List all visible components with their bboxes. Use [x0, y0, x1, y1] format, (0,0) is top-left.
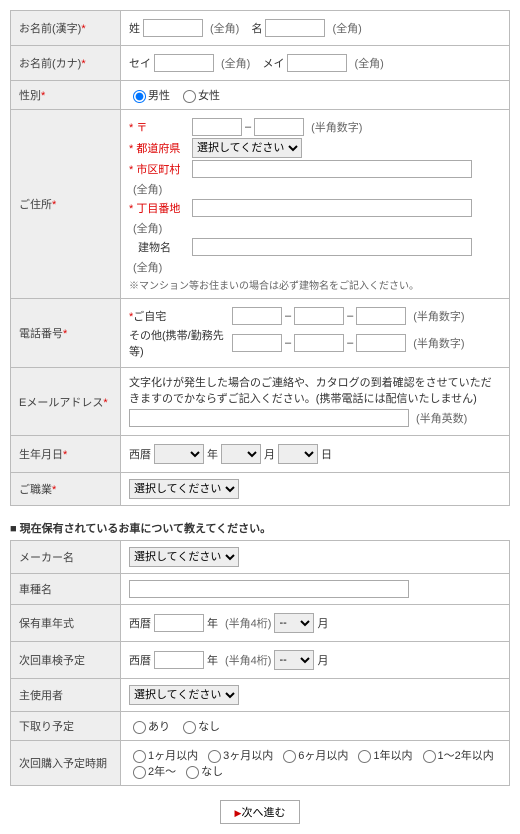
gender-male-radio[interactable] — [133, 90, 146, 103]
phone-other-label: その他(携帯/勤務先等) — [129, 327, 229, 359]
home-phone1-input[interactable] — [232, 307, 282, 325]
zip1-input[interactable] — [192, 118, 242, 136]
trade-no-radio[interactable] — [183, 721, 196, 734]
pref-label: 都道府県 — [129, 140, 189, 156]
insp-month-select[interactable]: -- — [274, 650, 314, 670]
zip2-input[interactable] — [254, 118, 304, 136]
birth-year-select[interactable] — [154, 444, 204, 464]
plan-opt3-radio[interactable] — [358, 750, 371, 763]
bldg-label: 建物名 — [129, 239, 189, 255]
home-phone3-input[interactable] — [356, 307, 406, 325]
unit: (全角) — [221, 55, 250, 71]
city-label: 市区町村 — [129, 161, 189, 177]
car-year-label: 保有車年式 — [19, 618, 74, 630]
bldg-input[interactable] — [192, 238, 472, 256]
job-label: ご職業 — [19, 484, 52, 496]
unit: (全角) — [354, 55, 383, 71]
plan-opt2-radio[interactable] — [283, 750, 296, 763]
plan-opt1-radio[interactable] — [208, 750, 221, 763]
job-select[interactable]: 選択してください — [129, 479, 239, 499]
name-kanji-label: お名前(漢字) — [19, 23, 81, 35]
birth-day-select[interactable] — [278, 444, 318, 464]
insp-year-input[interactable] — [154, 651, 204, 669]
unit: (全角) — [210, 20, 239, 36]
user-select[interactable]: 選択してください — [129, 685, 239, 705]
birth-month-select[interactable] — [221, 444, 261, 464]
maker-select[interactable]: 選択してください — [129, 547, 239, 567]
address-note: ※マンション等お住まいの場合は必ず建物名をご記入ください。 — [129, 277, 501, 292]
gender-female-radio[interactable] — [183, 90, 196, 103]
birth-label: 生年月日 — [19, 449, 63, 461]
maker-label: メーカー名 — [19, 552, 74, 564]
email-input[interactable] — [129, 409, 409, 427]
car-type-input[interactable] — [129, 580, 409, 598]
car-month-select[interactable]: -- — [274, 613, 314, 633]
home-phone2-input[interactable] — [294, 307, 344, 325]
trade-yes-radio[interactable] — [133, 721, 146, 734]
next-button[interactable]: 次へ進む — [220, 800, 301, 824]
unit: (全角) — [332, 20, 361, 36]
email-note: 文字化けが発生した場合のご連絡や、カタログの到着確認をさせていただきますのでかな… — [129, 374, 501, 406]
mei-label: 名 — [251, 20, 262, 36]
zip-label: 〒 — [129, 119, 189, 135]
last-name-kana-input[interactable] — [154, 54, 214, 72]
address-label: ご住所 — [19, 199, 52, 211]
sei-kana-label: セイ — [129, 55, 151, 71]
last-name-kanji-input[interactable] — [143, 19, 203, 37]
sei-label: 姓 — [129, 20, 140, 36]
mei-kana-label: メイ — [262, 55, 284, 71]
plan-label: 次回購入予定時期 — [19, 758, 107, 770]
other-phone3-input[interactable] — [356, 334, 406, 352]
plan-opt4-radio[interactable] — [423, 750, 436, 763]
name-kana-label: お名前(カナ) — [19, 58, 81, 70]
next-insp-label: 次回車検予定 — [19, 655, 85, 667]
trade-label: 下取り予定 — [19, 721, 74, 733]
first-name-kana-input[interactable] — [287, 54, 347, 72]
plan-opt6-radio[interactable] — [186, 766, 199, 779]
other-phone1-input[interactable] — [232, 334, 282, 352]
user-label: 主使用者 — [19, 690, 63, 702]
phone-label: 電話番号 — [19, 328, 63, 340]
car-type-label: 車種名 — [19, 584, 52, 596]
first-name-kanji-input[interactable] — [265, 19, 325, 37]
phone-home-label: ご自宅 — [133, 311, 166, 323]
car-year-input[interactable] — [154, 614, 204, 632]
section2-title: 現在保有されているお車について教えてください。 — [10, 520, 510, 536]
pref-select[interactable]: 選択してください — [192, 138, 302, 158]
gender-label: 性別 — [19, 90, 41, 102]
plan-opt0-radio[interactable] — [133, 750, 146, 763]
plan-opt5-radio[interactable] — [133, 766, 146, 779]
other-phone2-input[interactable] — [294, 334, 344, 352]
street-input[interactable] — [192, 199, 472, 217]
email-label: Eメールアドレス — [19, 397, 103, 409]
city-input[interactable] — [192, 160, 472, 178]
street-label: 丁目番地 — [129, 200, 189, 216]
